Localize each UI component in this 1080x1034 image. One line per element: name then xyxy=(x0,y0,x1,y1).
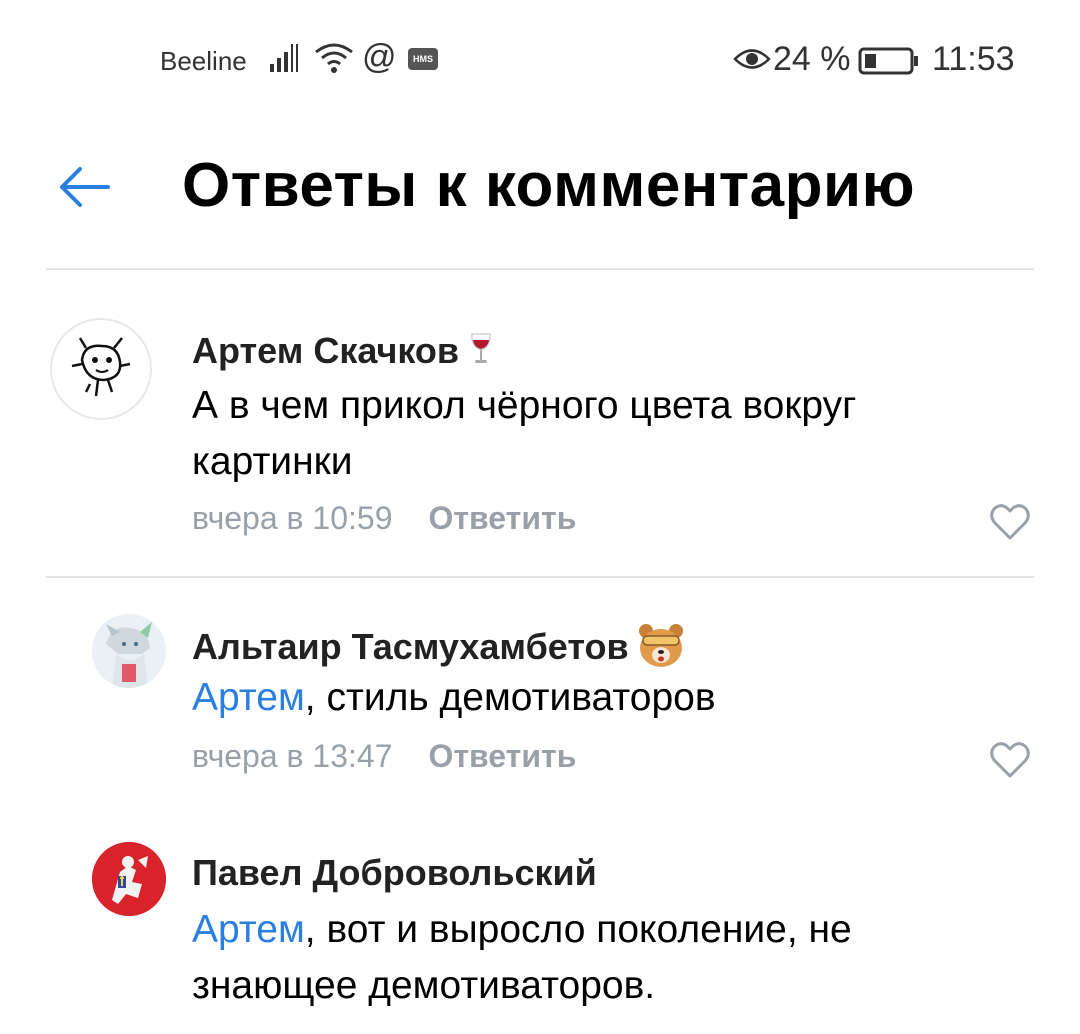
avatar[interactable] xyxy=(92,842,166,916)
wifi-icon xyxy=(312,40,356,81)
comment-time: вчера в 13:47 xyxy=(192,738,393,774)
clock: 11:53 xyxy=(932,40,1015,78)
comment-author[interactable]: Павел Добровольский xyxy=(192,852,597,894)
like-button[interactable] xyxy=(988,738,1032,782)
mention-link[interactable]: Артем xyxy=(192,676,305,719)
carrier-label: Beeline xyxy=(160,46,247,76)
coat-of-arms-avatar xyxy=(92,842,166,916)
wine-glass-emoji xyxy=(467,332,495,375)
robot-doodle-avatar xyxy=(71,337,131,397)
eye-icon xyxy=(733,46,771,77)
at-icon: @ xyxy=(362,38,397,76)
comment-text: Артем, вот и выросло поколение, не знающ… xyxy=(192,902,992,1014)
comment-body: , стиль демотиваторов xyxy=(304,676,716,719)
comment-body: А в чем прикол чёрного цвета вокруг карт… xyxy=(192,384,857,483)
top-app-bar: Ответы к комментарию xyxy=(0,130,1080,240)
heart-icon xyxy=(990,742,1030,778)
author-name: Альтаир Тасмухамбетов xyxy=(192,626,629,668)
comment-item: Артем Скачков А в чем прикол чёрного цве… xyxy=(0,300,1080,576)
reply-button[interactable]: Ответить xyxy=(428,738,576,774)
anime-character-avatar xyxy=(92,614,166,688)
battery-percent: 24 % xyxy=(773,40,851,78)
comment-time: вчера в 10:59 xyxy=(192,500,393,536)
signal-icon xyxy=(268,40,302,79)
reply-button[interactable]: Ответить xyxy=(428,500,576,536)
bear-emoji xyxy=(637,622,685,677)
hms-icon: HMS xyxy=(408,48,438,70)
comment-text: А в чем прикол чёрного цвета вокруг карт… xyxy=(192,378,992,490)
comment-divider xyxy=(46,576,1034,578)
author-name: Артем Скачков xyxy=(192,330,460,371)
arrow-left-icon xyxy=(60,167,110,207)
like-button[interactable] xyxy=(988,500,1032,544)
back-button[interactable] xyxy=(54,162,114,212)
comment-author[interactable]: Альтаир Тасмухамбетов xyxy=(192,622,685,677)
avatar[interactable] xyxy=(92,614,166,688)
page-title: Ответы к комментарию xyxy=(182,151,916,220)
avatar[interactable] xyxy=(50,318,152,420)
author-name: Павел Добровольский xyxy=(192,852,597,893)
comment-meta: вчера в 13:47 Ответить xyxy=(192,738,576,775)
battery-icon xyxy=(858,47,920,80)
heart-icon xyxy=(990,504,1030,540)
comment-text: Артем, стиль демотиваторов xyxy=(192,670,992,726)
mention-link[interactable]: Артем xyxy=(192,908,305,951)
comment-author[interactable]: Артем Скачков xyxy=(192,330,495,375)
comment-item: Альтаир Тасмухамбетов Артем, стиль демот… xyxy=(0,600,1080,800)
header-divider xyxy=(46,268,1034,270)
comment-meta: вчера в 10:59 Ответить xyxy=(192,500,576,537)
status-bar: Beeline @ HMS 24 % 11:53 xyxy=(0,0,1080,120)
comment-item: Павел Добровольский Артем, вот и выросло… xyxy=(0,830,1080,1034)
